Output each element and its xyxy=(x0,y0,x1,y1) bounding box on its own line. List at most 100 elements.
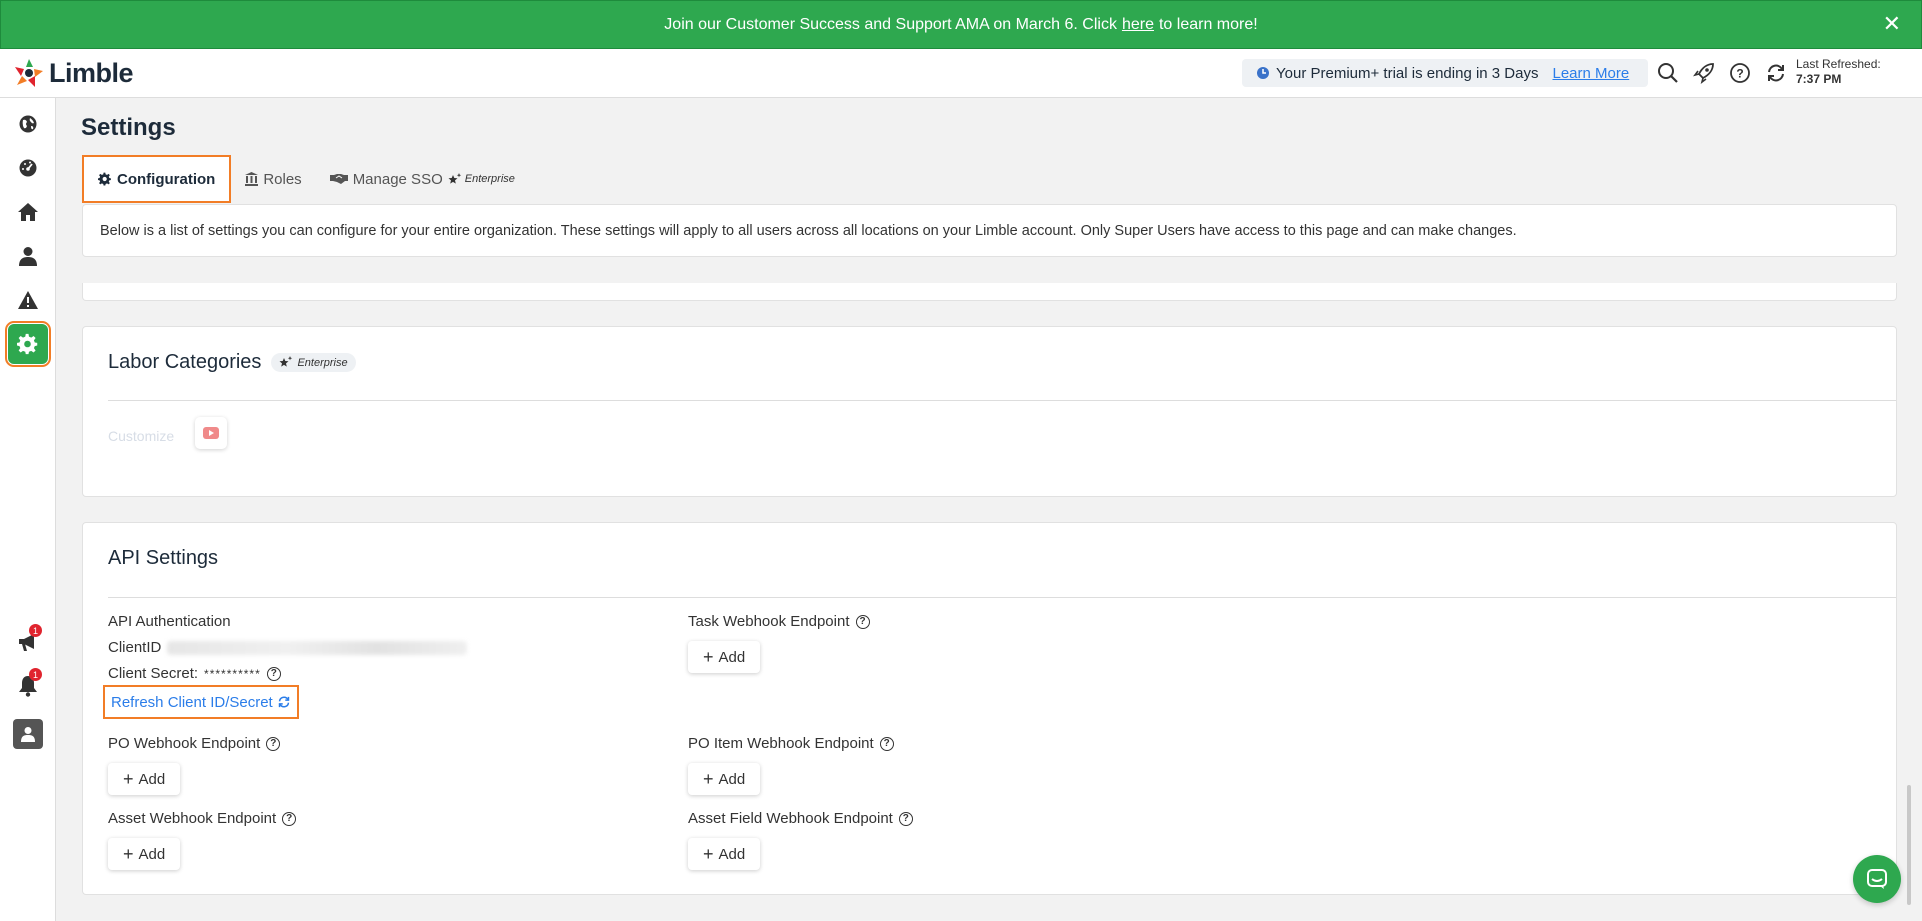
help-icon[interactable]: ? xyxy=(855,614,870,629)
trial-text: Your Premium+ trial is ending in 3 Days xyxy=(1276,64,1539,82)
asset-field-webhook-label: Asset Field Webhook Endpoint ? xyxy=(688,810,913,827)
enterprise-badge-label: Enterprise xyxy=(464,173,515,185)
profile-icon xyxy=(21,727,35,742)
previous-card-bottom xyxy=(82,283,1897,301)
announcements-badge: 1 xyxy=(29,624,42,637)
svg-text:?: ? xyxy=(1736,67,1743,81)
api-settings-title: API Settings xyxy=(108,547,219,569)
help-icon[interactable]: ? xyxy=(879,736,894,751)
add-asset-field-webhook-button[interactable]: + Add xyxy=(688,838,761,870)
client-secret-label: Client Secret: xyxy=(108,665,199,682)
page-title: Settings xyxy=(81,114,176,141)
tab-configuration-label: Configuration xyxy=(117,170,216,188)
add-po-webhook-button[interactable]: + Add xyxy=(108,763,181,795)
api-settings-header: API Settings xyxy=(108,547,218,570)
sync-icon xyxy=(278,696,289,708)
learn-more-link[interactable]: Learn More xyxy=(1553,65,1630,82)
help-icon[interactable]: ? xyxy=(282,811,297,826)
page-scrollbar[interactable] xyxy=(1907,785,1911,905)
warning-icon xyxy=(18,291,38,309)
po-webhook-label: PO Webhook Endpoint ? xyxy=(108,735,281,752)
close-icon[interactable]: ✕ xyxy=(1883,13,1901,35)
sidebar-item-user[interactable] xyxy=(8,236,48,276)
refresh-client-id-secret-link[interactable]: Refresh Client ID/Secret xyxy=(103,685,299,719)
task-webhook-label: Task Webhook Endpoint ? xyxy=(688,613,870,630)
divider xyxy=(108,597,1896,598)
add-asset-webhook-button[interactable]: + Add xyxy=(108,838,181,870)
plus-icon: + xyxy=(703,844,714,864)
api-settings-card: API Settings API Authentication ClientID… xyxy=(82,522,1897,895)
handshake-icon xyxy=(329,174,348,184)
asset-webhook-text: Asset Webhook Endpoint xyxy=(108,810,277,827)
sidebar-item-globe[interactable] xyxy=(8,104,48,144)
plus-icon: + xyxy=(703,647,714,667)
sidebar-item-announcements[interactable]: 1 xyxy=(8,622,48,662)
po-item-webhook-text: PO Item Webhook Endpoint xyxy=(688,735,874,752)
settings-tabs: Configuration Roles Manage SSO Enterpris… xyxy=(82,155,529,203)
plus-icon: + xyxy=(703,769,714,789)
logo-icon xyxy=(15,59,43,87)
star-sparkle-icon xyxy=(279,356,293,367)
plus-icon: + xyxy=(123,769,134,789)
sidebar-item-home[interactable] xyxy=(8,192,48,232)
sidebar-item-profile[interactable] xyxy=(8,714,48,754)
tab-configuration[interactable]: Configuration xyxy=(82,155,232,203)
top-bar: Limble Your Premium+ trial is ending in … xyxy=(0,49,1922,98)
avatar xyxy=(13,719,43,749)
tab-roles[interactable]: Roles xyxy=(231,155,315,203)
client-secret-value: ********** xyxy=(204,666,261,681)
help-circle-icon[interactable]: ? xyxy=(1728,61,1752,85)
last-refreshed-time: 7:37 PM xyxy=(1796,72,1842,86)
add-task-webhook-button[interactable]: + Add xyxy=(688,641,761,673)
logo-text: Limble xyxy=(49,57,134,88)
notifications-badge: 1 xyxy=(29,668,42,681)
tab-manage-sso[interactable]: Manage SSO Enterprise xyxy=(316,155,529,203)
api-authentication-label: API Authentication xyxy=(108,613,231,630)
banner-link[interactable]: here xyxy=(1122,16,1154,34)
sidebar-item-warnings[interactable] xyxy=(8,280,48,320)
gear-icon xyxy=(98,172,111,186)
video-tutorial-button[interactable] xyxy=(195,417,227,449)
sidebar-item-dashboard[interactable] xyxy=(8,148,48,188)
chat-button[interactable] xyxy=(1853,855,1901,903)
announcement-banner: Join our Customer Success and Support AM… xyxy=(0,0,1922,49)
sidebar: 1 1 xyxy=(0,98,56,921)
task-webhook-text: Task Webhook Endpoint xyxy=(688,613,850,630)
refresh-link-label: Refresh Client ID/Secret xyxy=(111,693,273,711)
tab-manage-sso-label: Manage SSO xyxy=(352,170,443,188)
globe-icon xyxy=(19,115,37,133)
trial-notice: Your Premium+ trial is ending in 3 Days … xyxy=(1242,59,1648,87)
enterprise-badge-label: Enterprise xyxy=(297,356,348,369)
po-item-webhook-label: PO Item Webhook Endpoint ? xyxy=(688,735,894,752)
home-icon xyxy=(18,203,38,221)
gear-icon xyxy=(17,333,38,355)
rocket-icon[interactable] xyxy=(1692,61,1716,85)
banner-text-before: Join our Customer Success and Support AM… xyxy=(664,15,1117,33)
tab-roles-label: Roles xyxy=(263,170,302,188)
help-icon[interactable]: ? xyxy=(266,736,281,751)
po-webhook-text: PO Webhook Endpoint xyxy=(108,735,261,752)
sidebar-item-settings[interactable] xyxy=(5,321,51,367)
divider xyxy=(108,400,1896,401)
search-icon[interactable] xyxy=(1656,61,1680,85)
logo[interactable]: Limble xyxy=(13,57,134,89)
client-id-value-redacted xyxy=(167,640,468,655)
add-button-label: Add xyxy=(718,648,746,666)
help-icon[interactable]: ? xyxy=(266,666,281,681)
asset-field-webhook-text: Asset Field Webhook Endpoint xyxy=(688,810,893,827)
api-authentication-text: API Authentication xyxy=(108,613,231,630)
sync-icon[interactable] xyxy=(1764,61,1788,85)
banner-text-after: to learn more! xyxy=(1158,15,1258,33)
help-icon[interactable]: ? xyxy=(898,811,913,826)
last-refreshed-label: Last Refreshed: xyxy=(1796,57,1881,71)
client-secret-row: Client Secret: ********** ? xyxy=(108,665,281,682)
asset-webhook-label: Asset Webhook Endpoint ? xyxy=(108,810,297,827)
add-button-label: Add xyxy=(718,845,746,863)
chat-icon xyxy=(1867,869,1887,889)
enterprise-badge: Enterprise xyxy=(448,172,515,186)
sidebar-item-notifications[interactable]: 1 xyxy=(8,666,48,706)
enterprise-badge: Enterprise xyxy=(271,353,356,372)
customize-label: Customize xyxy=(108,428,175,444)
add-po-item-webhook-button[interactable]: + Add xyxy=(688,763,761,795)
client-id-label: ClientID xyxy=(108,639,162,656)
